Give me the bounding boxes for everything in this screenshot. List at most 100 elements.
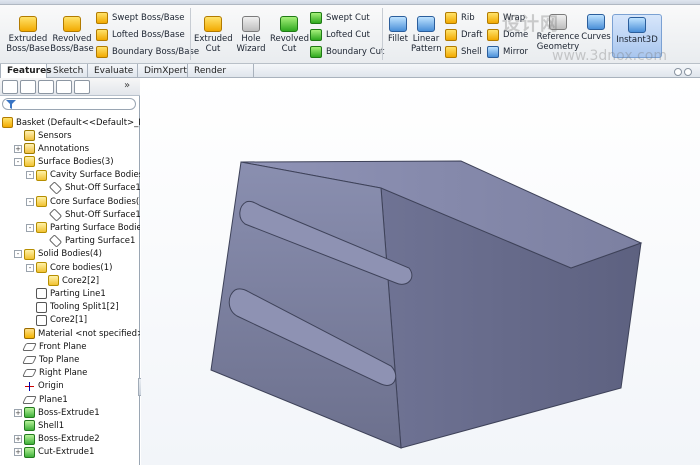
tree-root[interactable]: Basket (Default<<Default>_Displ bbox=[2, 116, 140, 129]
command-tabs: Features Sketch Evaluate DimXpert Render… bbox=[0, 64, 700, 88]
expand-toggle[interactable]: + bbox=[14, 144, 22, 153]
extruded-cut-button[interactable]: Extruded Cut bbox=[194, 16, 233, 54]
tree-filter[interactable] bbox=[2, 98, 136, 110]
tree-item[interactable]: + Boss-Extrude2 bbox=[14, 433, 100, 446]
tree-item[interactable]: + Cut-Extrude1 bbox=[14, 446, 94, 459]
tab-evaluate[interactable]: Evaluate bbox=[88, 64, 138, 78]
feature-icon bbox=[24, 433, 35, 445]
draft-button[interactable]: Draft bbox=[445, 29, 482, 41]
tree-item[interactable]: Right Plane bbox=[14, 367, 87, 380]
tree-item[interactable]: + Annotations bbox=[14, 142, 89, 155]
mirror-button[interactable]: Mirror bbox=[487, 46, 528, 58]
expand-toggle[interactable]: - bbox=[26, 171, 34, 180]
expand-toggle[interactable]: + bbox=[14, 435, 22, 444]
tree-item-label: Shut-Off Surface1[2] bbox=[65, 183, 140, 194]
rib-icon bbox=[445, 12, 457, 24]
expand-spacer bbox=[14, 132, 22, 140]
part-icon bbox=[2, 117, 13, 128]
watermark-chinese: 设计网 bbox=[502, 14, 559, 35]
tree-item-label: Tooling Split1[2] bbox=[50, 302, 119, 313]
revolved-boss-button[interactable]: Revolved Boss/Base bbox=[50, 16, 94, 54]
tree-item[interactable]: Shut-Off Surface1[2] bbox=[38, 181, 140, 196]
swept-boss-button[interactable]: Swept Boss/Base bbox=[96, 12, 184, 24]
tree-item[interactable]: - Solid Bodies(4) bbox=[14, 248, 102, 261]
tree-item[interactable]: - Parting Surface Bodies(1) bbox=[26, 221, 140, 234]
property-manager-icon[interactable] bbox=[20, 80, 36, 94]
tree-item[interactable]: Origin bbox=[14, 380, 64, 393]
tree-item[interactable]: + Boss-Extrude1 bbox=[14, 406, 100, 419]
display-manager-icon[interactable] bbox=[74, 80, 90, 94]
chevron-right-icon[interactable]: » bbox=[124, 80, 130, 91]
expand-toggle[interactable]: - bbox=[26, 197, 34, 206]
zoom-icon[interactable] bbox=[674, 68, 682, 76]
expand-toggle[interactable]: - bbox=[26, 263, 34, 272]
shell-label: Shell bbox=[461, 47, 482, 57]
swept-boss-label: Swept Boss/Base bbox=[112, 13, 185, 23]
expand-toggle[interactable]: + bbox=[14, 448, 22, 457]
tree-item-label: Parting Surface Bodies(1) bbox=[50, 222, 140, 233]
tab-features[interactable]: Features bbox=[0, 64, 52, 78]
tree-item[interactable]: Core2[1] bbox=[26, 314, 87, 327]
revolved-cut-button[interactable]: Revolved Cut bbox=[270, 16, 309, 54]
curves-button[interactable]: Curves bbox=[580, 14, 612, 42]
draft-icon bbox=[445, 29, 457, 41]
feature-manager-icon[interactable] bbox=[2, 80, 18, 94]
tree-item[interactable]: - Cavity Surface Bodies(1) bbox=[26, 169, 140, 182]
swept-cut-icon bbox=[310, 12, 322, 24]
3d-model-view bbox=[210, 160, 643, 449]
tree-item[interactable]: - Core Surface Bodies(1) bbox=[26, 195, 140, 208]
feature-manager-panel: » Basket (Default<<Default>_Displ Sensor… bbox=[0, 78, 140, 465]
expand-toggle[interactable]: + bbox=[14, 408, 22, 417]
expand-toggle[interactable]: - bbox=[14, 157, 22, 166]
tree-item[interactable]: Sensors bbox=[14, 129, 72, 142]
feature-ribbon: Extruded Boss/Base Revolved Boss/Base Sw… bbox=[0, 0, 700, 64]
rotate-icon[interactable] bbox=[684, 68, 692, 76]
hole-wizard-button[interactable]: Hole Wizard bbox=[232, 16, 270, 54]
fillet-button[interactable]: Fillet bbox=[385, 16, 411, 44]
tree-item-label: Cut-Extrude1 bbox=[38, 447, 95, 458]
swept-cut-button[interactable]: Swept Cut bbox=[310, 12, 370, 24]
rib-label: Rib bbox=[461, 13, 475, 23]
rib-button[interactable]: Rib bbox=[445, 12, 475, 24]
tree-item[interactable]: Shell1 bbox=[14, 419, 64, 432]
body-icon bbox=[36, 301, 47, 313]
expand-toggle[interactable]: - bbox=[14, 250, 22, 259]
tree-item-label: Parting Surface1 bbox=[65, 236, 136, 247]
tree-item[interactable]: Parting Line1 bbox=[26, 287, 106, 300]
folder-icon bbox=[36, 222, 47, 234]
shell-icon bbox=[445, 46, 457, 58]
top-strip bbox=[0, 0, 700, 5]
tree-item[interactable]: - Core bodies(1) bbox=[26, 261, 112, 274]
tree-item[interactable]: Core2[2] bbox=[38, 274, 99, 287]
graphics-area[interactable] bbox=[141, 78, 700, 465]
sensor-icon bbox=[24, 130, 35, 141]
tree-item[interactable]: Shut-Off Surface1[1] bbox=[38, 207, 140, 222]
tree-item[interactable]: - Surface Bodies(3) bbox=[14, 155, 114, 168]
lofted-boss-button[interactable]: Lofted Boss/Base bbox=[96, 29, 185, 41]
tab-render-tools[interactable]: Render Tools bbox=[188, 64, 254, 88]
extrude-icon bbox=[19, 16, 37, 32]
linear-pattern-button[interactable]: Linear Pattern bbox=[411, 16, 442, 54]
tree-item-label: Solid Bodies(4) bbox=[38, 249, 102, 260]
tab-dimxpert[interactable]: DimXpert bbox=[138, 64, 188, 78]
tree-item-label: Sensors bbox=[38, 130, 72, 141]
tree-item[interactable]: Tooling Split1[2] bbox=[26, 301, 119, 314]
origin-icon bbox=[24, 381, 35, 392]
expand-spacer bbox=[26, 316, 34, 324]
tree-item[interactable]: Material <not specified> bbox=[14, 327, 140, 340]
configuration-manager-icon[interactable] bbox=[38, 80, 54, 94]
dimxpert-manager-icon[interactable] bbox=[56, 80, 72, 94]
extruded-boss-button[interactable]: Extruded Boss/Base bbox=[6, 16, 50, 54]
expand-toggle[interactable]: - bbox=[26, 223, 34, 232]
tree-item[interactable]: Plane1 bbox=[14, 393, 68, 406]
swept-cut-label: Swept Cut bbox=[326, 13, 370, 23]
boundary-cut-button[interactable]: Boundary Cut bbox=[310, 46, 384, 58]
tree-item[interactable]: Front Plane bbox=[14, 340, 87, 353]
tab-sketch[interactable]: Sketch bbox=[47, 64, 88, 78]
lofted-cut-button[interactable]: Lofted Cut bbox=[310, 29, 370, 41]
revolve-icon bbox=[63, 16, 81, 32]
boundary-boss-button[interactable]: Boundary Boss/Base bbox=[96, 46, 199, 58]
shell-button[interactable]: Shell bbox=[445, 46, 482, 58]
tree-item[interactable]: Parting Surface1 bbox=[38, 234, 136, 248]
tree-item[interactable]: Top Plane bbox=[14, 353, 79, 366]
